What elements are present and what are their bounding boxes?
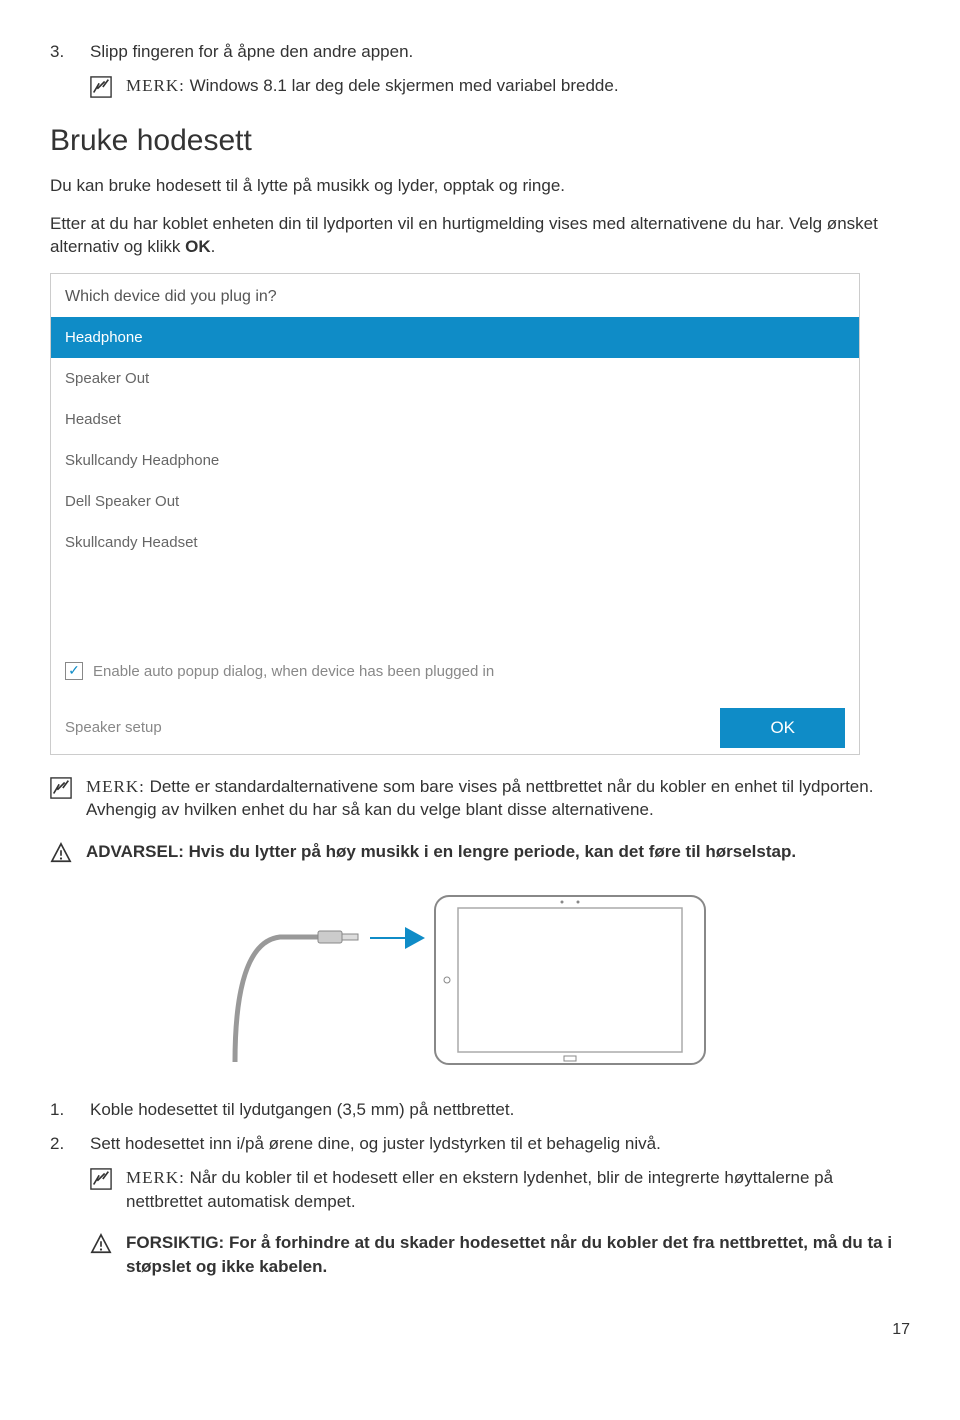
option-headphone[interactable]: Headphone bbox=[51, 317, 859, 358]
note-block: MERK: Når du kobler til et hodesett elle… bbox=[90, 1166, 910, 1214]
dialog-footer: Speaker setup OK bbox=[51, 690, 859, 754]
note-label: MERK: bbox=[86, 777, 145, 796]
note-label: MERK: bbox=[126, 76, 185, 95]
option-skullcandy-headphone[interactable]: Skullcandy Headphone bbox=[51, 440, 859, 481]
caution-text: FORSIKTIG: For å forhindre at du skader … bbox=[126, 1231, 910, 1279]
paragraph: Du kan bruke hodesett til å lytte på mus… bbox=[50, 174, 910, 198]
note-icon bbox=[50, 777, 72, 799]
note-label: MERK: bbox=[126, 1168, 185, 1187]
checkbox[interactable]: ✓ bbox=[65, 662, 83, 680]
dialog-title: Which device did you plug in? bbox=[51, 274, 859, 316]
option-dell-speaker-out[interactable]: Dell Speaker Out bbox=[51, 481, 859, 522]
dialog-options: Headphone Speaker Out Headset Skullcandy… bbox=[51, 317, 859, 563]
dialog-screenshot: Which device did you plug in? Headphone … bbox=[50, 273, 860, 754]
step-number: 2. bbox=[50, 1132, 90, 1156]
option-speaker-out[interactable]: Speaker Out bbox=[51, 358, 859, 399]
checkbox-label: Enable auto popup dialog, when device ha… bbox=[93, 661, 494, 682]
warning-text: ADVARSEL: Hvis du lytter på høy musikk i… bbox=[86, 840, 910, 864]
note-icon bbox=[90, 76, 112, 98]
note-block: MERK: Windows 8.1 lar deg dele skjermen … bbox=[90, 74, 910, 98]
paragraph: Etter at du har koblet enheten din til l… bbox=[50, 212, 910, 260]
note-text: MERK: Windows 8.1 lar deg dele skjermen … bbox=[126, 74, 910, 98]
checkbox-row: ✓ Enable auto popup dialog, when device … bbox=[51, 653, 859, 690]
option-headset[interactable]: Headset bbox=[51, 399, 859, 440]
caution-label: FORSIKTIG: bbox=[126, 1233, 229, 1252]
note-text: MERK: Dette er standardalternativene som… bbox=[86, 775, 910, 823]
warning-icon bbox=[50, 842, 72, 864]
note-icon bbox=[90, 1168, 112, 1190]
step-number: 1. bbox=[50, 1098, 90, 1122]
step-number: 3. bbox=[50, 40, 90, 64]
section-heading: Bruke hodesett bbox=[50, 120, 910, 162]
note-text: MERK: Når du kobler til et hodesett elle… bbox=[126, 1166, 910, 1214]
warning-block: ADVARSEL: Hvis du lytter på høy musikk i… bbox=[50, 840, 910, 864]
numbered-step: 1. Koble hodesettet til lydutgangen (3,5… bbox=[50, 1098, 910, 1122]
step-text: Slipp fingeren for å åpne den andre appe… bbox=[90, 40, 413, 64]
step-text: Sett hodesettet inn i/på ørene dine, og … bbox=[90, 1132, 661, 1156]
numbered-step: 3. Slipp fingeren for å åpne den andre a… bbox=[50, 40, 910, 64]
ok-button[interactable]: OK bbox=[720, 708, 845, 748]
caution-icon bbox=[90, 1233, 112, 1255]
option-skullcandy-headset[interactable]: Skullcandy Headset bbox=[51, 522, 859, 563]
numbered-step: 2. Sett hodesettet inn i/på ørene dine, … bbox=[50, 1132, 910, 1156]
headset-tablet-illustration bbox=[50, 882, 910, 1072]
warning-label: ADVARSEL: bbox=[86, 842, 189, 861]
caution-block: FORSIKTIG: For å forhindre at du skader … bbox=[90, 1231, 910, 1279]
note-block: MERK: Dette er standardalternativene som… bbox=[50, 775, 910, 823]
speaker-setup-link[interactable]: Speaker setup bbox=[65, 717, 162, 738]
step-text: Koble hodesettet til lydutgangen (3,5 mm… bbox=[90, 1098, 514, 1122]
page-number: 17 bbox=[50, 1319, 910, 1341]
